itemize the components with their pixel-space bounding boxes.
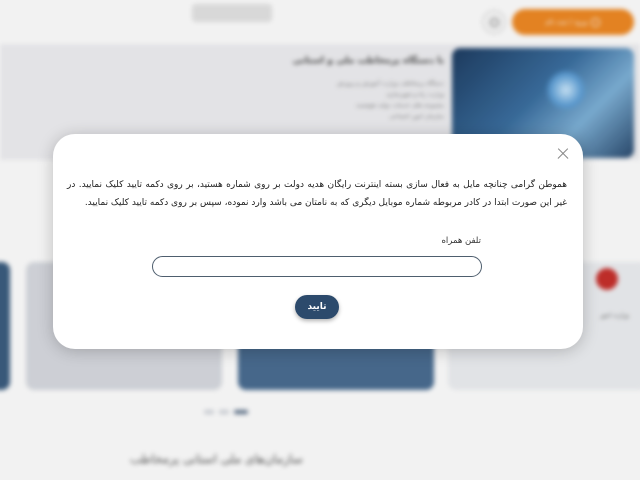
dialog-message: هموطن گرامی چنانچه مایل به فعال سازی بست… xyxy=(67,180,567,208)
confirm-button[interactable]: تایید xyxy=(295,295,339,319)
close-icon[interactable] xyxy=(557,148,569,160)
free-internet-activation-dialog: هموطن گرامی چنانچه مایل به فعال سازی بست… xyxy=(53,134,583,349)
phone-number-input[interactable] xyxy=(152,256,482,277)
phone-field-label: تلفن همراه xyxy=(441,236,481,246)
